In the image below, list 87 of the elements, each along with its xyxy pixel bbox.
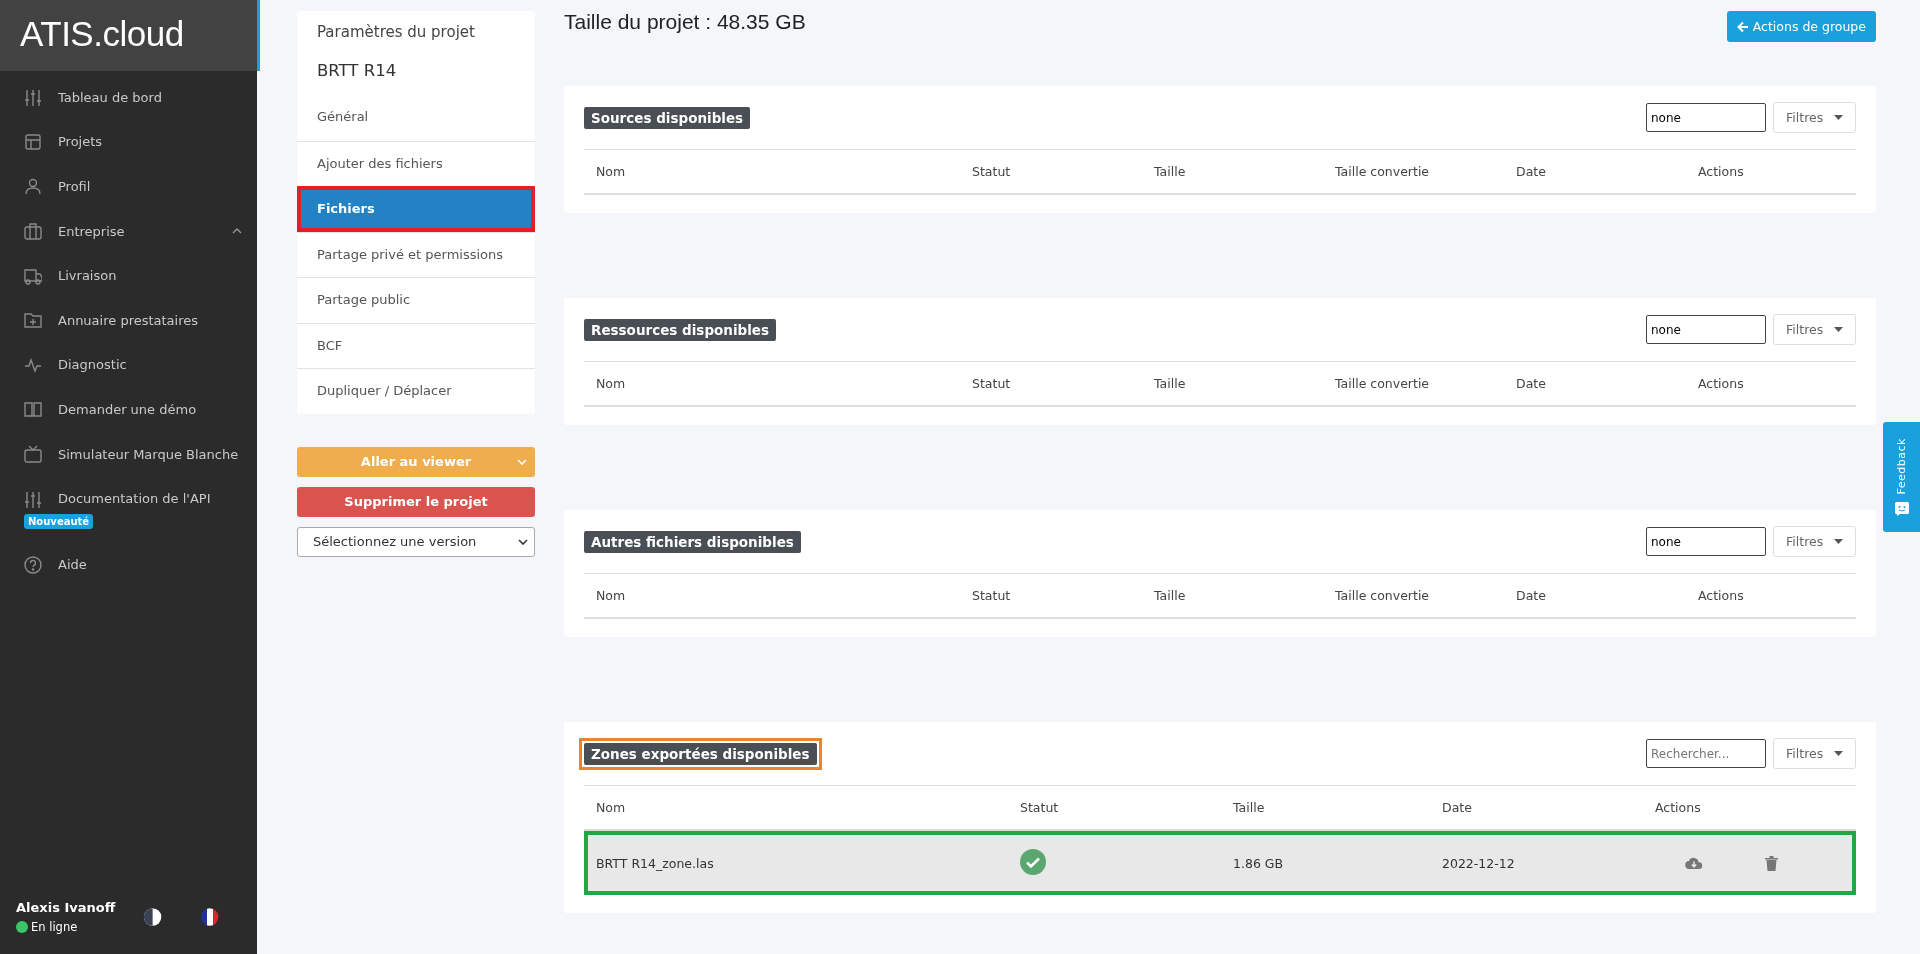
sliders-icon [24, 489, 42, 508]
nav-item[interactable]: Entreprise [24, 216, 242, 247]
arrow-left-icon [1736, 20, 1749, 33]
column-header: Nom [595, 375, 627, 393]
folder-plus-icon [24, 311, 42, 330]
caret-icon [1834, 539, 1843, 544]
table-cell-text: BRTT R14_zone.las [595, 855, 715, 871]
search-field[interactable]: none [1646, 103, 1766, 132]
filters-button[interactable]: Filtres [1773, 314, 1856, 345]
settings-menu-item[interactable]: Dupliquer / Déplacer [297, 368, 535, 414]
help-icon [24, 555, 42, 574]
column-header: Nom [595, 587, 627, 605]
user-name: Alexis Ivanoff [16, 900, 117, 915]
search-field[interactable]: none [1646, 527, 1766, 556]
column-header: Nom [595, 799, 627, 817]
project-size-title: Taille du projet : 48.35 GB [564, 10, 806, 34]
nav-item[interactable]: Annuaire prestataires [24, 305, 242, 336]
caret-icon [1834, 115, 1843, 120]
caret-icon [1834, 751, 1843, 756]
project-name: BRTT R14 [316, 60, 398, 82]
panel-title: Zones exportées disponibles [584, 742, 817, 765]
caret-icon [1834, 327, 1843, 332]
filters-button[interactable]: Filtres [1773, 738, 1856, 769]
nav-item[interactable]: Tableau de bord [24, 82, 242, 113]
contrast-icon[interactable] [142, 906, 162, 928]
nav-item[interactable]: Livraison [24, 260, 242, 291]
trash-icon[interactable] [1765, 855, 1778, 871]
panel-title: Autres fichiers disponibles [584, 530, 801, 553]
chat-smile-icon [1894, 502, 1909, 517]
tv-icon [24, 445, 42, 464]
table-row[interactable]: BRTT R14_zone.las 1.86 GB 2022-12-12 [584, 831, 1856, 895]
truck-icon [24, 266, 42, 285]
column-header: Actions [1697, 375, 1745, 393]
settings-menu-item[interactable]: Partage public [297, 277, 535, 323]
filters-button[interactable]: Filtres [1773, 102, 1856, 133]
user-icon [24, 177, 42, 196]
flag-icon[interactable] [199, 906, 219, 928]
chevron-down-icon [518, 538, 528, 545]
nav-item[interactable]: Demander une démo [24, 394, 242, 425]
column-header: Taille [1153, 375, 1187, 393]
column-header: Statut [971, 375, 1012, 393]
column-header: Actions [1654, 799, 1702, 817]
column-header: Actions [1697, 587, 1745, 605]
book-icon [24, 400, 42, 419]
column-header: Date [1515, 163, 1547, 181]
briefcase-icon [24, 222, 42, 241]
column-header: Date [1515, 375, 1547, 393]
nav-item[interactable]: Projets [24, 126, 242, 157]
nav-item[interactable]: Documentation de l'API [24, 483, 242, 514]
layout-icon [24, 132, 42, 151]
table-cell-text: 2022-12-12 [1441, 855, 1516, 871]
panel-title: Ressources disponibles [584, 318, 777, 341]
delete-project-button[interactable]: Supprimer le projet [297, 486, 535, 517]
nav-item[interactable]: Profil [24, 171, 242, 202]
column-header: Statut [1019, 799, 1060, 817]
chevron-down-icon [517, 458, 527, 465]
sliders-icon [24, 88, 42, 107]
nav-item[interactable]: Diagnostic [24, 349, 242, 380]
column-header: Date [1441, 799, 1473, 817]
column-header: Statut [971, 163, 1012, 181]
settings-title: Paramètres du projet [316, 22, 476, 43]
settings-menu-item[interactable]: Général [297, 95, 535, 141]
nav-item[interactable]: Aide [24, 549, 242, 580]
status-text: En ligne [31, 920, 78, 934]
column-header: Taille convertie [1334, 375, 1431, 393]
column-header: Taille [1232, 799, 1266, 817]
column-header: Taille convertie [1334, 163, 1431, 181]
column-header: Taille [1153, 587, 1187, 605]
settings-menu-item[interactable]: Partage privé et permissions [297, 231, 535, 277]
column-header: Date [1515, 587, 1547, 605]
logo-text[interactable]: ATIS.cloud [20, 14, 184, 54]
filters-button[interactable]: Filtres [1773, 526, 1856, 557]
search-field[interactable]: none [1646, 315, 1766, 344]
column-header: Statut [971, 587, 1012, 605]
panel-title: Sources disponibles [584, 106, 751, 129]
column-header: Taille convertie [1334, 587, 1431, 605]
search-field[interactable]: Rechercher... [1646, 739, 1766, 768]
new-badge: Nouveauté [24, 513, 94, 529]
column-header: Nom [595, 163, 627, 181]
table-cell-text: 1.86 GB [1232, 855, 1285, 871]
column-header: Actions [1697, 163, 1745, 181]
column-header: Taille [1153, 163, 1187, 181]
settings-menu-item[interactable]: BCF [297, 322, 535, 368]
cloud-download-icon[interactable] [1685, 856, 1703, 870]
version-select[interactable]: Sélectionnez une version [297, 526, 535, 557]
settings-menu-item[interactable]: Fichiers [297, 186, 535, 232]
nav-item[interactable]: Simulateur Marque Blanche [24, 439, 242, 470]
